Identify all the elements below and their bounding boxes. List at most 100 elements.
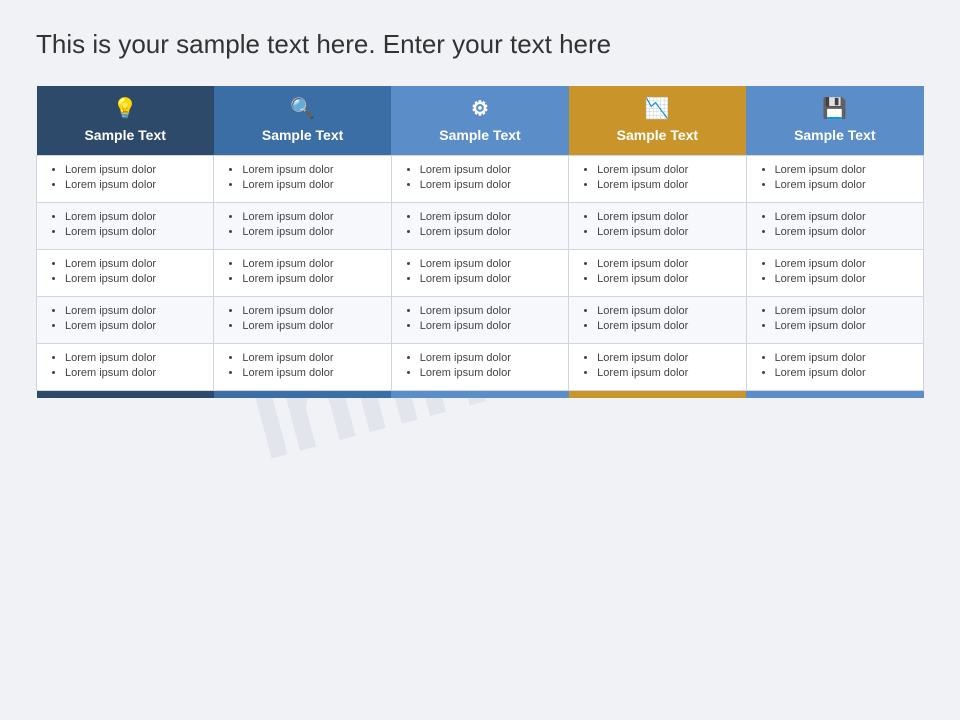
list-item: Lorem ipsum dolor xyxy=(597,226,733,238)
page-title: This is your sample text here. Enter you… xyxy=(36,28,924,62)
table-cell-r0-c0: Lorem ipsum dolor Lorem ipsum dolor xyxy=(37,155,214,202)
list-item: Lorem ipsum dolor xyxy=(597,273,733,285)
table-row: Lorem ipsum dolorLorem ipsum dolorLorem … xyxy=(37,296,924,343)
column-header-1: 💡 Sample Text xyxy=(37,86,214,156)
list-item: Lorem ipsum dolor xyxy=(420,320,556,332)
database-icon: 💾 xyxy=(758,96,911,121)
list-item: Lorem ipsum dolor xyxy=(775,258,911,270)
list-item: Lorem ipsum dolor xyxy=(597,305,733,317)
column-header-label-1: Sample Text xyxy=(84,127,165,143)
list-item: Lorem ipsum dolor xyxy=(597,258,733,270)
list-item: Lorem ipsum dolor xyxy=(242,367,378,379)
list-item: Lorem ipsum dolor xyxy=(775,226,911,238)
table-body: Lorem ipsum dolor Lorem ipsum dolor Lorem … xyxy=(37,155,924,398)
table-cell-r4-c1: Lorem ipsum dolorLorem ipsum dolor xyxy=(214,343,391,390)
chart-icon: 📉 xyxy=(581,96,734,121)
bottom-bar-cell-4 xyxy=(569,390,746,398)
list-item: Lorem ipsum dolor xyxy=(420,211,556,223)
table-cell-r1-c1: Lorem ipsum dolor Lorem ipsum dolor xyxy=(214,202,391,249)
list-item: Lorem ipsum dolor xyxy=(65,320,201,332)
list-item: Lorem ipsum dolor xyxy=(242,226,378,238)
list-item: Lorem ipsum dolor xyxy=(242,320,378,332)
list-item: Lorem ipsum dolor xyxy=(65,179,201,191)
bottom-color-bar xyxy=(37,390,924,398)
table-cell-r0-c4: Lorem ipsum dolor Lorem ipsum dolor xyxy=(746,155,923,202)
list-item: Lorem ipsum dolor xyxy=(65,211,201,223)
table-cell-r3-c3: Lorem ipsum dolor Lorem ipsum dolor xyxy=(569,296,746,343)
list-item: Lorem ipsum dolor xyxy=(420,179,556,191)
bottom-bar-cell-2 xyxy=(214,390,391,398)
table-cell-r4-c2: Lorem ipsum dolor Lorem ipsum dolor xyxy=(391,343,568,390)
list-item: Lorem ipsum dolor xyxy=(775,273,911,285)
table-cell-r0-c1: Lorem ipsum dolorLorem ipsum dolor xyxy=(214,155,391,202)
table-cell-r1-c4: Lorem ipsum dolor Lorem ipsum dolor xyxy=(746,202,923,249)
list-item: Lorem ipsum dolor xyxy=(420,305,556,317)
column-header-2: 🔍 Sample Text xyxy=(214,86,391,156)
page-content: This is your sample text here. Enter you… xyxy=(0,0,960,418)
table-cell-r0-c3: Lorem ipsum dolor Lorem ipsum dolor xyxy=(569,155,746,202)
list-item: Lorem ipsum dolor xyxy=(242,305,378,317)
header-row: 💡 Sample Text 🔍 Sample Text ⚙ Sample Tex… xyxy=(37,86,924,156)
list-item: Lorem ipsum dolor xyxy=(775,352,911,364)
list-item: Lorem ipsum dolor xyxy=(597,179,733,191)
list-item: Lorem ipsum dolor xyxy=(420,258,556,270)
column-header-label-5: Sample Text xyxy=(794,127,875,143)
main-table: 💡 Sample Text 🔍 Sample Text ⚙ Sample Tex… xyxy=(36,86,924,399)
table-cell-r3-c2: Lorem ipsum dolor Lorem ipsum dolor xyxy=(391,296,568,343)
table-cell-r4-c4: Lorem ipsum dolorLorem ipsum dolor xyxy=(746,343,923,390)
table-cell-r3-c4: Lorem ipsum dolor Lorem ipsum dolor xyxy=(746,296,923,343)
table-cell-r4-c3: Lorem ipsum dolor Lorem ipsum dolor xyxy=(569,343,746,390)
table-cell-r2-c4: Lorem ipsum dolor Lorem ipsum dolor xyxy=(746,249,923,296)
table-cell-r1-c3: Lorem ipsum dolor Lorem ipsum dolor xyxy=(569,202,746,249)
list-item: Lorem ipsum dolor xyxy=(65,367,201,379)
bottom-bar-cell-5 xyxy=(746,390,923,398)
column-header-label-4: Sample Text xyxy=(617,127,698,143)
bottom-bar-cell-3 xyxy=(391,390,568,398)
list-item: Lorem ipsum dolor xyxy=(597,211,733,223)
table-cell-r1-c0: Lorem ipsum dolor Lorem ipsum dolor xyxy=(37,202,214,249)
list-item: Lorem ipsum dolor xyxy=(65,305,201,317)
list-item: Lorem ipsum dolor xyxy=(597,164,733,176)
table-cell-r2-c2: Lorem ipsum dolor Lorem ipsum dolor xyxy=(391,249,568,296)
table-cell-r3-c1: Lorem ipsum dolor Lorem ipsum dolor xyxy=(214,296,391,343)
list-item: Lorem ipsum dolor xyxy=(242,211,378,223)
list-item: Lorem ipsum dolor xyxy=(65,273,201,285)
table-cell-r1-c2: Lorem ipsum dolorLorem ipsum dolor xyxy=(391,202,568,249)
gear-icon: ⚙ xyxy=(403,96,556,121)
table-row: Lorem ipsum dolor Lorem ipsum dolor Lorem … xyxy=(37,155,924,202)
column-header-label-2: Sample Text xyxy=(262,127,343,143)
table-row: Lorem ipsum dolor Lorem ipsum dolor Lorem … xyxy=(37,343,924,390)
list-item: Lorem ipsum dolor xyxy=(597,367,733,379)
list-item: Lorem ipsum dolor xyxy=(420,352,556,364)
list-item: Lorem ipsum dolor xyxy=(242,273,378,285)
lightbulb-icon: 💡 xyxy=(49,96,202,121)
list-item: Lorem ipsum dolor xyxy=(65,226,201,238)
table-row: Lorem ipsum dolorLorem ipsum dolorLorem … xyxy=(37,249,924,296)
list-item: Lorem ipsum dolor xyxy=(420,164,556,176)
list-item: Lorem ipsum dolor xyxy=(775,164,911,176)
table-cell-r4-c0: Lorem ipsum dolor Lorem ipsum dolor xyxy=(37,343,214,390)
list-item: Lorem ipsum dolor xyxy=(597,352,733,364)
table-cell-r0-c2: Lorem ipsum dolor Lorem ipsum dolor xyxy=(391,155,568,202)
list-item: Lorem ipsum dolor xyxy=(65,258,201,270)
column-header-label-3: Sample Text xyxy=(439,127,520,143)
list-item: Lorem ipsum dolor xyxy=(65,164,201,176)
list-item: Lorem ipsum dolor xyxy=(420,273,556,285)
table-cell-r2-c0: Lorem ipsum dolor Lorem ipsum dolor xyxy=(37,249,214,296)
column-header-4: 📉 Sample Text xyxy=(569,86,746,156)
list-item: Lorem ipsum dolor xyxy=(775,211,911,223)
list-item: Lorem ipsum dolor xyxy=(775,305,911,317)
column-header-3: ⚙ Sample Text xyxy=(391,86,568,156)
column-header-5: 💾 Sample Text xyxy=(746,86,923,156)
list-item: Lorem ipsum dolor xyxy=(65,352,201,364)
table-cell-r2-c3: Lorem ipsum dolor Lorem ipsum dolor xyxy=(569,249,746,296)
table-cell-r3-c0: Lorem ipsum dolor Lorem ipsum dolor xyxy=(37,296,214,343)
table-row: Lorem ipsum dolor Lorem ipsum dolor Lorem … xyxy=(37,202,924,249)
list-item: Lorem ipsum dolor xyxy=(597,320,733,332)
bottom-bar-cell-1 xyxy=(37,390,214,398)
list-item: Lorem ipsum dolor xyxy=(420,367,556,379)
list-item: Lorem ipsum dolor xyxy=(775,179,911,191)
list-item: Lorem ipsum dolor xyxy=(242,258,378,270)
search-icon: 🔍 xyxy=(226,96,379,121)
list-item: Lorem ipsum dolor xyxy=(775,320,911,332)
